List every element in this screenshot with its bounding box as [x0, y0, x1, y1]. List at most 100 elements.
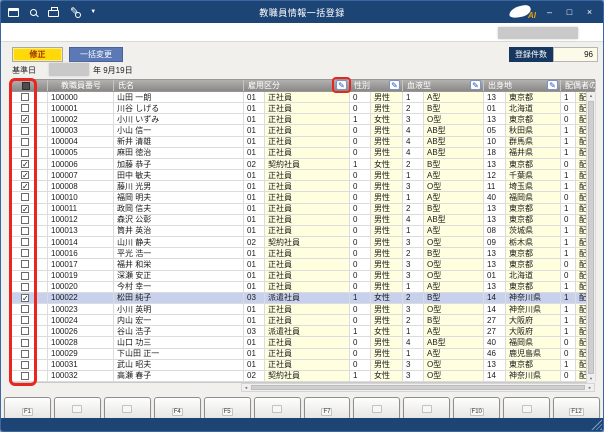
- row-checkbox-cell[interactable]: [12, 270, 36, 282]
- table-row[interactable]: ✓100011政岡 信夫01正社員0男性2B型13東京都1配偶者: [12, 203, 596, 215]
- cell-name[interactable]: 内山 宏一: [114, 315, 244, 327]
- fkey-f4-button[interactable]: F4前画面: [153, 397, 201, 428]
- table-row[interactable]: 100016平光 浩一01正社員0男性2B型13東京都1配偶者: [12, 248, 596, 260]
- cell-origin[interactable]: 福岡県: [506, 337, 561, 349]
- cell-number[interactable]: 100019: [48, 270, 114, 282]
- cell-name[interactable]: 麻田 徳治: [114, 147, 244, 159]
- cell-sex-code[interactable]: 0: [350, 103, 371, 115]
- fkey-blank-button[interactable]: [53, 397, 101, 420]
- cell-spouse-code[interactable]: 1: [561, 237, 576, 249]
- row-checkbox[interactable]: ✓: [21, 293, 29, 302]
- row-checkbox[interactable]: [21, 93, 29, 102]
- row-checkbox[interactable]: ✓: [21, 160, 29, 169]
- cell-origin[interactable]: 東京都: [506, 259, 561, 271]
- cell-employment[interactable]: 正社員: [265, 103, 350, 115]
- horizontal-scroll-thumb[interactable]: [251, 385, 585, 390]
- row-checkbox-cell[interactable]: [12, 248, 36, 260]
- cell-blood-code[interactable]: 4: [403, 337, 424, 349]
- row-checkbox-cell[interactable]: [12, 281, 36, 293]
- cell-sex[interactable]: 女性: [371, 114, 403, 126]
- cell-blood[interactable]: O型: [424, 359, 484, 371]
- cell-blood[interactable]: AB型: [424, 125, 484, 137]
- cell-employment-code[interactable]: 01: [244, 359, 265, 371]
- table-row[interactable]: ✓100002小川 いずみ01正社員1女性3O型13東京都0配偶者: [12, 114, 596, 126]
- scroll-up-icon[interactable]: ▲: [587, 92, 595, 100]
- row-checkbox-cell[interactable]: [12, 348, 36, 360]
- cell-sex[interactable]: 男性: [371, 270, 403, 282]
- row-checkbox[interactable]: [21, 260, 29, 269]
- row-checkbox[interactable]: [21, 126, 29, 135]
- cell-number[interactable]: 100008: [48, 181, 114, 193]
- select-all-checkbox[interactable]: [21, 81, 30, 90]
- row-checkbox-cell[interactable]: [12, 225, 36, 238]
- cell-sex[interactable]: 男性: [371, 225, 403, 238]
- cell-name[interactable]: 加藤 恭子: [114, 158, 244, 171]
- cell-sex-code[interactable]: 0: [350, 192, 371, 204]
- cell-blood-code[interactable]: 3: [403, 370, 424, 383]
- cell-name[interactable]: 福岡 明夫: [114, 192, 244, 204]
- cell-sex[interactable]: 男性: [371, 303, 403, 316]
- cell-blood[interactable]: A型: [424, 281, 484, 293]
- cell-name[interactable]: 小川 いずみ: [114, 114, 244, 126]
- cell-sex[interactable]: 男性: [371, 337, 403, 349]
- cell-spouse-code[interactable]: 1: [561, 203, 576, 215]
- row-checkbox-cell[interactable]: [12, 315, 36, 327]
- row-checkbox-cell[interactable]: [12, 214, 36, 226]
- cell-sex[interactable]: 男性: [371, 259, 403, 271]
- table-row[interactable]: 100014山川 静夫02契約社員0男性3O型09栃木県1配偶者: [12, 237, 596, 249]
- row-checkbox-cell[interactable]: [12, 147, 36, 159]
- cell-employment[interactable]: 正社員: [265, 303, 350, 316]
- cell-origin-code[interactable]: 40: [484, 192, 506, 204]
- cell-sex-code[interactable]: 0: [350, 147, 371, 159]
- cell-blood[interactable]: O型: [424, 370, 484, 383]
- cell-blood-code[interactable]: 1: [403, 348, 424, 360]
- cell-origin[interactable]: 鹿児島県: [506, 348, 561, 360]
- cell-blood-code[interactable]: 2: [403, 103, 424, 115]
- cell-employment-code[interactable]: 01: [244, 181, 265, 193]
- cell-employment-code[interactable]: 01: [244, 103, 265, 115]
- cell-origin-code[interactable]: 27: [484, 315, 506, 327]
- row-checkbox[interactable]: [21, 249, 29, 258]
- cell-employment-code[interactable]: 01: [244, 348, 265, 360]
- pen-icon[interactable]: ✎: [70, 6, 82, 18]
- edit-mode-button[interactable]: 修正: [12, 47, 63, 62]
- cell-sex[interactable]: 男性: [371, 170, 403, 182]
- table-row[interactable]: 100004新井 清雄01正社員0男性4AB型10群馬県1配偶者: [12, 136, 596, 148]
- cell-employment[interactable]: 契約社員: [265, 370, 350, 383]
- row-checkbox-cell[interactable]: [12, 337, 36, 349]
- cell-spouse-code[interactable]: 0: [561, 158, 576, 171]
- cell-sex[interactable]: 女性: [371, 326, 403, 338]
- cell-employment[interactable]: 正社員: [265, 281, 350, 293]
- cell-spouse-code[interactable]: 1: [561, 303, 576, 316]
- cell-name[interactable]: 武山 昭夫: [114, 359, 244, 371]
- cell-origin[interactable]: 東京都: [506, 92, 561, 104]
- cell-blood[interactable]: B型: [424, 203, 484, 215]
- cell-number[interactable]: 100014: [48, 237, 114, 249]
- cell-employment-code[interactable]: 01: [244, 281, 265, 293]
- print-preview-icon[interactable]: [30, 8, 37, 16]
- cell-employment[interactable]: 正社員: [265, 270, 350, 282]
- table-row[interactable]: 100013筒井 英治01正社員0男性1A型08茨城県1配偶者: [12, 225, 596, 238]
- cell-sex-code[interactable]: 0: [350, 203, 371, 215]
- cell-employment-code[interactable]: 02: [244, 237, 265, 249]
- cell-employment[interactable]: 正社員: [265, 259, 350, 271]
- cell-employment[interactable]: 正社員: [265, 92, 350, 104]
- cell-number[interactable]: 100024: [48, 315, 114, 327]
- row-checkbox[interactable]: [21, 215, 29, 224]
- cell-blood[interactable]: A型: [424, 170, 484, 182]
- row-checkbox-cell[interactable]: [12, 359, 36, 371]
- cell-blood-code[interactable]: 2: [403, 248, 424, 260]
- cell-origin-code[interactable]: 14: [484, 292, 506, 304]
- table-row[interactable]: 100001川谷 しげる01正社員0男性2B型01北海道0配偶者: [12, 103, 596, 115]
- cell-spouse-code[interactable]: 0: [561, 103, 576, 115]
- cell-origin-code[interactable]: 01: [484, 270, 506, 282]
- cell-sex-code[interactable]: 0: [350, 303, 371, 316]
- cell-employment[interactable]: 派遣社員: [265, 292, 350, 304]
- cell-number[interactable]: 100005: [48, 147, 114, 159]
- fkey-f10-button[interactable]: F10条件設定: [453, 397, 501, 428]
- vertical-scroll-thumb[interactable]: [588, 101, 594, 374]
- cell-blood[interactable]: B型: [424, 315, 484, 327]
- cell-origin[interactable]: 秋田県: [506, 125, 561, 137]
- cell-name[interactable]: 下山田 正一: [114, 348, 244, 360]
- fkey-blank-button[interactable]: [253, 397, 301, 420]
